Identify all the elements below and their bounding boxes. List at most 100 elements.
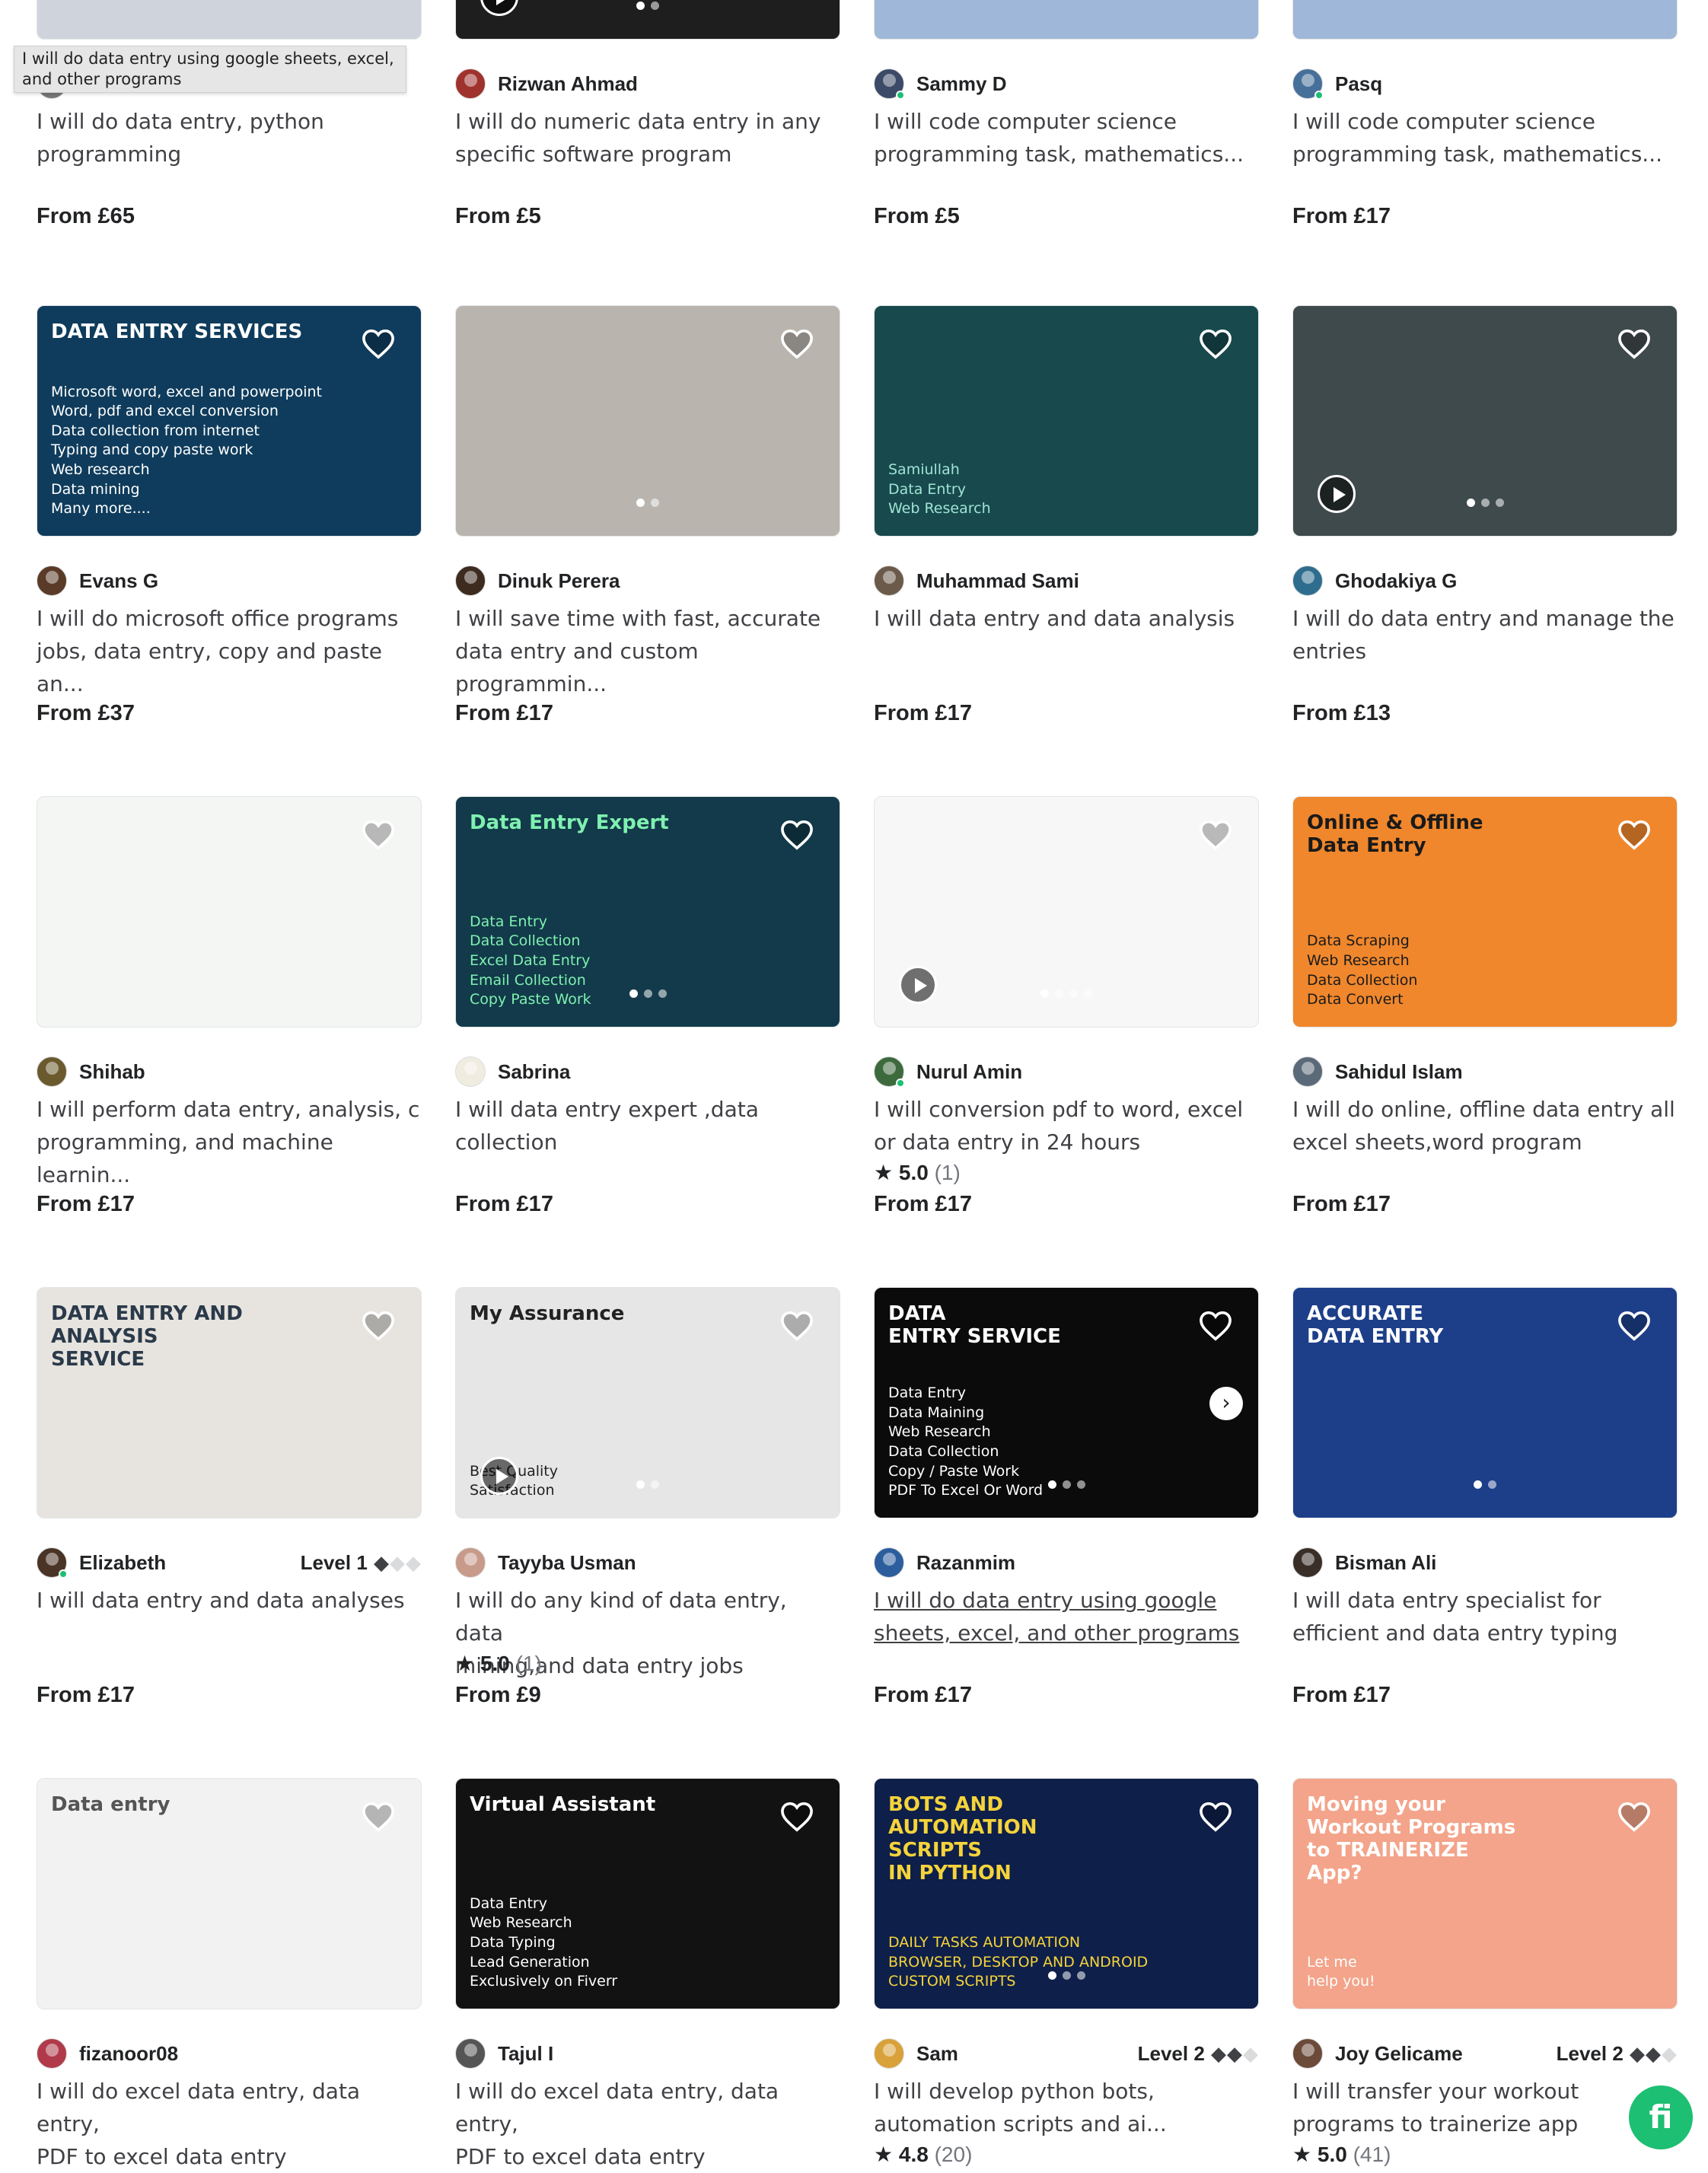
gig-price[interactable]: From £17 [37,1683,135,1708]
carousel-dot[interactable] [1062,1480,1071,1489]
carousel-dot[interactable] [1488,1480,1496,1489]
favorite-heart-icon[interactable] [362,1802,395,1832]
video-play-icon[interactable] [480,1457,518,1495]
seller-name[interactable]: Ghodakiya G [1335,569,1457,593]
gig-price[interactable]: From £9 [455,1683,541,1708]
gig-price[interactable]: From £17 [455,1192,553,1217]
gig-title-link[interactable]: I will do data entry, python programming [37,105,422,170]
seller-name[interactable]: Dinuk Perera [498,569,620,593]
gig-card[interactable]: Samiullah Data Entry Web Research Muhamma… [874,305,1259,725]
gig-card[interactable]: DATA ENTRY SERVICE Data Entry Data Mainin… [874,1287,1259,1707]
gig-title-link[interactable]: I will data entry and data analyses [37,1584,422,1617]
carousel-dot[interactable] [1076,1480,1085,1489]
carousel-dot[interactable] [629,989,638,998]
gig-title-link[interactable]: I will perform data entry, analysis, c p… [37,1093,422,1191]
carousel-dots[interactable] [456,989,840,998]
gig-title-link[interactable]: I will do excel data entry, data entry, … [455,2075,840,2173]
carousel-dots[interactable] [456,499,840,507]
video-play-icon[interactable] [899,966,937,1004]
seller-row[interactable]: Pasq [1292,69,1678,100]
seller-row[interactable]: Evans G [37,566,422,596]
gig-thumbnail[interactable]: Moving your Workout Programs to TRAINERI… [1292,1778,1678,2009]
fiverr-chat-button[interactable]: fi [1629,2085,1693,2149]
carousel-dot[interactable] [1480,499,1490,507]
seller-row[interactable]: Rizwan Ahmad [455,69,840,99]
seller-avatar[interactable] [455,2038,486,2069]
seller-avatar[interactable] [455,566,486,596]
carousel-next-icon[interactable]: › [1209,1387,1243,1420]
favorite-heart-icon[interactable] [780,820,814,850]
gig-thumbnail[interactable]: Virtual Assistant Data Entry Web Research… [455,1778,840,2009]
seller-avatar[interactable] [1292,2038,1323,2069]
carousel-dot[interactable] [1047,1480,1056,1489]
favorite-heart-icon[interactable] [362,329,395,359]
carousel-dots[interactable] [875,1480,1258,1489]
carousel-dot[interactable] [636,2,645,10]
seller-name[interactable]: Rizwan Ahmad [498,72,638,96]
gig-price[interactable]: From £5 [874,204,960,229]
gig-card[interactable]: Data Entry Expert Data Entry Data Collect… [455,796,840,1216]
gig-thumbnail[interactable]: My AssuranceBest Quality Satisfaction [455,1287,840,1518]
seller-avatar[interactable] [455,1547,486,1578]
seller-avatar[interactable] [874,1547,904,1578]
gig-card[interactable]: ACCURATE DATA ENTRY Bisman Ali I will data… [1292,1287,1678,1707]
favorite-heart-icon[interactable] [780,1311,814,1341]
gig-title-link[interactable]: I will transfer your workout programs to… [1292,2075,1678,2140]
carousel-dot[interactable] [651,2,659,10]
favorite-heart-icon[interactable] [780,1802,814,1832]
seller-row[interactable]: Dinuk Perera [455,566,840,596]
gig-card[interactable]: Dinuk Perera I will save time with fast, … [455,305,840,725]
gig-thumbnail[interactable] [455,305,840,537]
gig-thumbnail[interactable]: DATA ENTRY SERVICE Data Entry Data Mainin… [874,1287,1259,1518]
seller-name[interactable]: Tayyba Usman [498,1551,636,1575]
seller-row[interactable]: Elizabeth Level 1 ◆◆◆ [37,1547,422,1579]
gig-title-link[interactable]: I will data entry expert ,data collectio… [455,1093,840,1158]
gig-price[interactable]: From £17 [1292,1192,1391,1217]
gig-title-link[interactable]: I will do data entry using google sheets… [874,1584,1259,1649]
carousel-dot[interactable] [651,499,659,507]
gig-thumbnail[interactable] [37,0,422,40]
gig-title-link[interactable]: I will do data entry and manage the entr… [1292,602,1678,668]
favorite-heart-icon[interactable] [1617,1311,1651,1341]
gig-thumbnail[interactable] [455,0,840,40]
seller-row[interactable]: Razanmim [874,1547,1259,1578]
gig-price[interactable]: From £17 [455,701,553,726]
gig-title-link[interactable]: I will data entry and data analysis [874,602,1259,635]
gig-thumbnail[interactable] [1292,305,1678,537]
carousel-dots[interactable] [875,989,1258,998]
favorite-heart-icon[interactable] [1199,1311,1232,1341]
favorite-heart-icon[interactable] [1199,820,1232,850]
gig-card[interactable]: Online & Offline Data Entry Data Scraping… [1292,796,1678,1216]
gig-price[interactable]: From £17 [1292,204,1391,229]
carousel-dot[interactable] [1062,1971,1071,1980]
carousel-dots[interactable] [456,1480,840,1489]
carousel-dot[interactable] [643,989,652,998]
seller-avatar[interactable] [37,2038,67,2069]
gig-thumbnail[interactable]: Data entry [37,1778,422,2009]
seller-name[interactable]: Sabrina [498,1060,570,1084]
gig-price[interactable]: From £13 [1292,701,1391,726]
gig-card[interactable]: BOTS AND AUTOMATION SCRIPTS IN PYTHON DAI… [874,1778,1259,2166]
seller-name[interactable]: Pasq [1335,72,1382,96]
gig-card[interactable]: Ghodakiya G I will do data entry and mana… [1292,305,1678,725]
favorite-heart-icon[interactable] [1617,820,1651,850]
seller-name[interactable]: Shihab [79,1060,145,1084]
seller-name[interactable]: Evans G [79,569,158,593]
seller-name[interactable]: Nurul Amin [916,1060,1022,1084]
seller-name[interactable]: Sahidul Islam [1335,1060,1463,1084]
carousel-dot[interactable] [1069,989,1078,998]
favorite-heart-icon[interactable] [362,1311,395,1341]
seller-row[interactable]: Sammy D [874,69,1259,100]
carousel-dots[interactable] [875,1971,1258,1980]
gig-card[interactable]: Nurul Amin I will conversion pdf to word,… [874,796,1259,1216]
seller-avatar[interactable] [455,1056,486,1087]
gig-thumbnail[interactable] [37,796,422,1028]
seller-row[interactable]: Tayyba Usman [455,1547,840,1578]
gig-price[interactable]: From £5 [455,204,541,229]
carousel-dots[interactable] [1293,499,1677,507]
carousel-dot[interactable] [636,1480,645,1489]
gig-price[interactable]: From £37 [37,701,135,726]
gig-title-link[interactable]: I will do online, offline data entry all… [1292,1093,1678,1158]
gig-price[interactable]: From £17 [874,1683,972,1708]
gig-price[interactable]: From £17 [37,1192,135,1217]
